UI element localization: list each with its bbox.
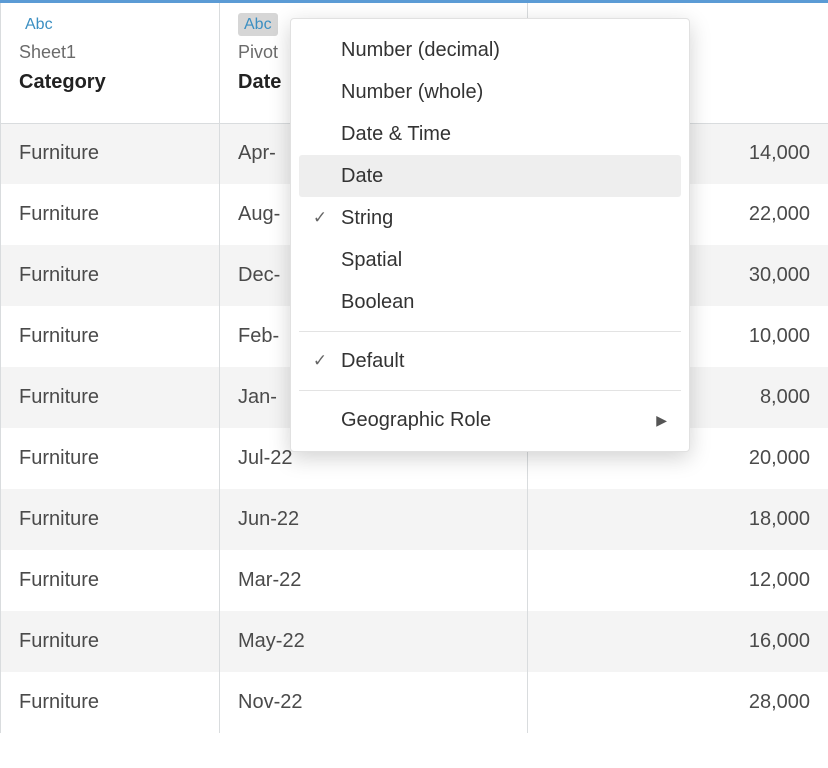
menu-item-boolean[interactable]: Boolean: [299, 281, 681, 323]
cell-category[interactable]: Furniture: [1, 367, 220, 428]
menu-item-label: Spatial: [341, 249, 667, 272]
menu-item-number-whole[interactable]: Number (whole): [299, 71, 681, 113]
menu-separator: [299, 331, 681, 332]
check-icon: ✓: [309, 351, 331, 371]
cell-date[interactable]: Mar-22: [220, 550, 528, 611]
cell-date[interactable]: Nov-22: [220, 672, 528, 733]
menu-item-geographic-role[interactable]: Geographic Role ▶: [299, 399, 681, 441]
menu-item-label: String: [341, 207, 667, 230]
cell-date[interactable]: May-22: [220, 611, 528, 672]
menu-item-string[interactable]: ✓ String: [299, 197, 681, 239]
table-row[interactable]: FurnitureMar-2212,000: [1, 550, 828, 611]
menu-item-label: Date & Time: [341, 123, 667, 146]
cell-category[interactable]: Furniture: [1, 184, 220, 245]
type-pill[interactable]: Abc: [19, 13, 59, 36]
chevron-right-icon: ▶: [656, 412, 667, 429]
menu-item-date-time[interactable]: Date & Time: [299, 113, 681, 155]
table-row[interactable]: FurnitureJun-2218,000: [1, 489, 828, 550]
cell-category[interactable]: Furniture: [1, 672, 220, 733]
field-name: Category: [19, 71, 201, 94]
menu-item-label: Number (decimal): [341, 39, 667, 62]
menu-item-label: Number (whole): [341, 81, 667, 104]
cell-category[interactable]: Furniture: [1, 550, 220, 611]
cell-category[interactable]: Furniture: [1, 611, 220, 672]
menu-item-number-decimal[interactable]: Number (decimal): [299, 29, 681, 71]
cell-value[interactable]: 28,000: [528, 672, 828, 733]
cell-date[interactable]: Jun-22: [220, 489, 528, 550]
source-name: Sheet1: [19, 42, 201, 63]
cell-category[interactable]: Furniture: [1, 245, 220, 306]
menu-item-default[interactable]: ✓ Default: [299, 340, 681, 382]
menu-item-date[interactable]: Date: [299, 155, 681, 197]
cell-value[interactable]: 18,000: [528, 489, 828, 550]
data-type-context-menu[interactable]: Number (decimal) Number (whole) Date & Tim…: [290, 18, 690, 452]
menu-item-label: Boolean: [341, 291, 667, 314]
table-row[interactable]: FurnitureNov-2228,000: [1, 672, 828, 733]
cell-category[interactable]: Furniture: [1, 489, 220, 550]
cell-category[interactable]: Furniture: [1, 306, 220, 367]
check-icon: ✓: [309, 208, 331, 228]
menu-item-label: Date: [341, 165, 667, 188]
column-header-category[interactable]: Abc Sheet1 Category: [1, 3, 220, 123]
cell-value[interactable]: 16,000: [528, 611, 828, 672]
type-pill[interactable]: Abc: [238, 13, 278, 36]
cell-category[interactable]: Furniture: [1, 123, 220, 184]
cell-category[interactable]: Furniture: [1, 428, 220, 489]
table-row[interactable]: FurnitureMay-2216,000: [1, 611, 828, 672]
menu-item-spatial[interactable]: Spatial: [299, 239, 681, 281]
menu-item-label: Geographic Role: [341, 409, 646, 432]
cell-value[interactable]: 12,000: [528, 550, 828, 611]
menu-separator: [299, 390, 681, 391]
menu-item-label: Default: [341, 350, 667, 373]
